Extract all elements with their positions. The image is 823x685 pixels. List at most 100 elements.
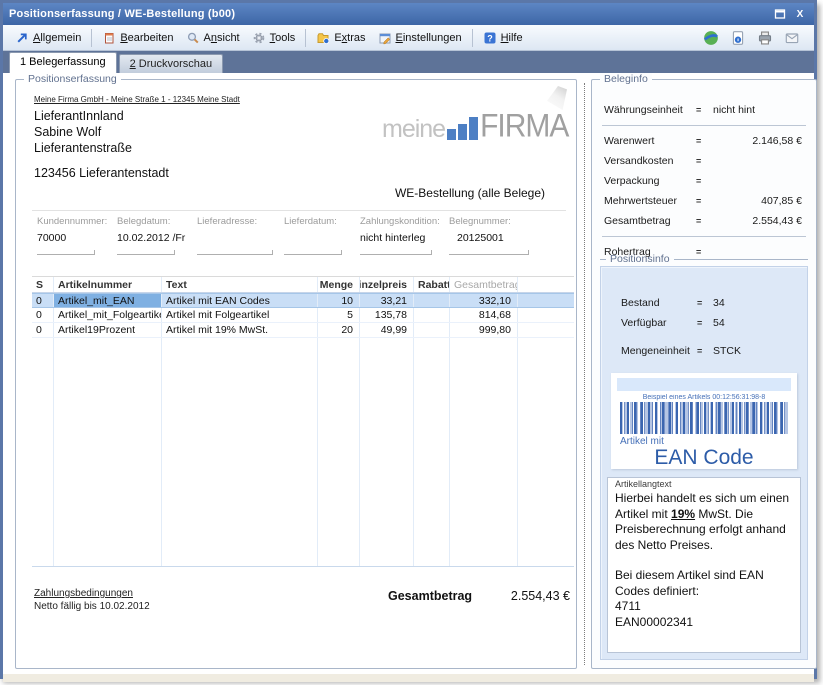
menu-label: Einstellungen xyxy=(396,32,462,44)
barcode-image xyxy=(620,402,788,434)
tab-belegerfassung[interactable]: 1 Belegerfassung xyxy=(9,52,117,73)
artikellangtext-label: Artikellangtext xyxy=(613,479,674,489)
info-row-verfuegbar: Verfügbar = 54 xyxy=(601,313,807,333)
info-row-warenwert: Warenwert = 2.146,58 € xyxy=(592,131,816,151)
field-belegnummer: Belegnummer: 20125001 xyxy=(449,216,568,255)
equals-glyph: = xyxy=(697,318,713,328)
lieferdatum-value[interactable] xyxy=(284,232,360,246)
panel-divider xyxy=(584,83,585,665)
positionsinfo-group: Positionsinfo Bestand = 34 Verfügbar = 5… xyxy=(600,252,808,660)
table-header-row: S Artikelnummer Text Menge Einzelpreis R… xyxy=(32,276,574,293)
zahlungskondition-value[interactable]: nicht hinterleg xyxy=(360,232,449,246)
beleginfo-groupbox: Beleginfo Währungseinheit = nicht hint W… xyxy=(591,79,817,669)
positionsinfo-label: Positionsinfo xyxy=(600,252,808,266)
menu-label: Tools xyxy=(270,32,296,44)
barcode-caption: Beispiel eines Artikels 00:12:56:31:98-8 xyxy=(611,394,797,401)
menu-label: Bearbeiten xyxy=(120,32,173,44)
table-empty-area xyxy=(32,338,574,567)
svg-text:?: ? xyxy=(487,33,493,43)
zahlungsbedingungen-link[interactable]: Zahlungsbedingungen xyxy=(34,588,133,599)
close-button[interactable]: X xyxy=(792,7,808,22)
header-artikelnummer: Artikelnummer xyxy=(54,277,162,292)
positionsinfo-panel: Bestand = 34 Verfügbar = 54 Mengeneinhei… xyxy=(600,266,808,660)
menu-bar: Allgemein Bearbeiten Ansicht xyxy=(3,25,814,51)
info-row-bestand: Bestand = 34 xyxy=(601,293,807,313)
menu-label: Ansicht xyxy=(204,32,240,44)
tab-strip: 1 Belegerfassung 2 Druckvorschau xyxy=(3,51,814,73)
equals-glyph: = xyxy=(696,105,713,115)
field-lieferdatum: Lieferdatum: xyxy=(284,216,360,255)
artikellangtext-text: Hierbei handelt es sich um einen Artikel… xyxy=(608,478,800,634)
page-curl-icon xyxy=(547,86,567,110)
mail-icon[interactable] xyxy=(784,30,800,46)
globe-icon[interactable] xyxy=(703,30,719,46)
sender-line: Meine Firma GmbH - Meine Straße 1 - 1234… xyxy=(34,95,240,104)
info-row-mehrwertsteuer: Mehrwertsteuer = 407,85 € xyxy=(592,191,816,211)
arrow-up-right-icon xyxy=(15,31,29,45)
divider xyxy=(602,236,806,237)
positionserfassung-groupbox: Positionserfassung Meine Firma GmbH - Me… xyxy=(15,79,577,669)
belegnummer-value[interactable]: 20125001 xyxy=(449,232,568,246)
menu-item-tools[interactable]: Tools xyxy=(246,28,302,48)
table-row[interactable]: 0 Artikel_mit_Folgeartikel Artikel mit F… xyxy=(32,308,574,323)
barcode-line-2: EAN Code xyxy=(611,447,797,469)
recipient-city: 123456 Lieferantenstadt xyxy=(34,166,169,180)
app-window: Positionserfassung / WE-Bestellung (b00)… xyxy=(0,0,817,679)
field-zahlungskondition: Zahlungskondition: nicht hinterleg xyxy=(360,216,449,255)
restore-button[interactable] xyxy=(772,7,788,22)
header-spacer xyxy=(518,277,574,292)
groupbox-label: Beleginfo xyxy=(600,73,652,85)
menu-item-extras[interactable]: Extras xyxy=(310,28,371,48)
logo-word-2: FIRMA xyxy=(480,112,568,141)
recipient-name: LieferantInnland xyxy=(34,108,132,124)
window-title: Positionserfassung / WE-Bestellung (b00) xyxy=(9,8,235,20)
logo-word-1: meine xyxy=(382,117,445,141)
selected-cell[interactable]: Artikel_mit_EAN xyxy=(54,294,162,307)
menu-item-einstellungen[interactable]: Einstellungen xyxy=(372,28,468,48)
payment-terms: Netto fällig bis 10.02.2012 xyxy=(34,601,150,612)
document-type: WE-Bestellung (alle Belege) xyxy=(384,186,556,200)
menu-item-allgemein[interactable]: Allgemein xyxy=(9,28,87,48)
kundennummer-value[interactable]: 70000 xyxy=(37,232,117,246)
question-mark-icon: ? xyxy=(483,31,497,45)
field-belegdatum: Belegdatum: 10.02.2012 /Fr xyxy=(117,216,197,255)
company-logo: meine FIRMA xyxy=(382,114,568,141)
document-info-icon[interactable] xyxy=(730,30,746,46)
equals-glyph: = xyxy=(696,216,713,226)
divider xyxy=(32,210,566,211)
beleginfo-rows: Währungseinheit = nicht hint Warenwert =… xyxy=(592,80,816,262)
info-row-verpackung: Verpackung = xyxy=(592,171,816,191)
header-einzelpreis: Einzelpreis xyxy=(360,277,414,292)
total-value: 2.554,43 € xyxy=(511,589,570,603)
title-bar: Positionserfassung / WE-Bestellung (b00)… xyxy=(3,3,814,25)
tab-druckvorschau[interactable]: 2 Druckvorschau xyxy=(119,54,224,73)
window-inner-margin xyxy=(3,674,814,682)
equals-glyph: = xyxy=(697,346,713,356)
table-row[interactable]: 0 Artikel19Prozent Artikel mit 19% MwSt.… xyxy=(32,323,574,338)
menu-item-hilfe[interactable]: ? Hilfe xyxy=(477,28,529,48)
ean-code-2: EAN00002341 xyxy=(615,615,793,631)
info-row-versandkosten: Versandkosten = xyxy=(592,151,816,171)
info-row-gesamtbetrag: Gesamtbetrag = 2.554,43 € xyxy=(592,211,816,231)
menu-item-ansicht[interactable]: Ansicht xyxy=(180,28,246,48)
info-row-mengeneinheit: Mengeneinheit = STCK xyxy=(601,341,807,361)
main-content: Positionserfassung Meine Firma GmbH - Me… xyxy=(3,73,814,682)
total-label: Gesamtbetrag xyxy=(388,589,472,603)
menu-item-bearbeiten[interactable]: Bearbeiten xyxy=(96,28,179,48)
printer-icon[interactable] xyxy=(757,30,773,46)
belegdatum-value[interactable]: 10.02.2012 /Fr xyxy=(117,232,197,246)
magnifier-icon xyxy=(186,31,200,45)
menu-separator xyxy=(472,29,473,47)
header-s: S xyxy=(32,277,54,292)
equals-glyph: = xyxy=(696,196,713,206)
positions-table: S Artikelnummer Text Menge Einzelpreis R… xyxy=(32,276,574,567)
menu-separator xyxy=(305,29,306,47)
lieferadresse-value[interactable] xyxy=(197,232,284,246)
table-row[interactable]: 0 Artikel_mit_EAN Artikel mit EAN Codes … xyxy=(32,293,574,308)
info-row-waehrungseinheit: Währungseinheit = nicht hint xyxy=(592,100,816,120)
menu-label: Allgemein xyxy=(33,32,81,44)
equals-glyph: = xyxy=(696,136,713,146)
logo-bars-icon xyxy=(447,117,478,140)
equals-glyph: = xyxy=(696,176,713,186)
ean-code-1: 4711 xyxy=(615,599,793,615)
